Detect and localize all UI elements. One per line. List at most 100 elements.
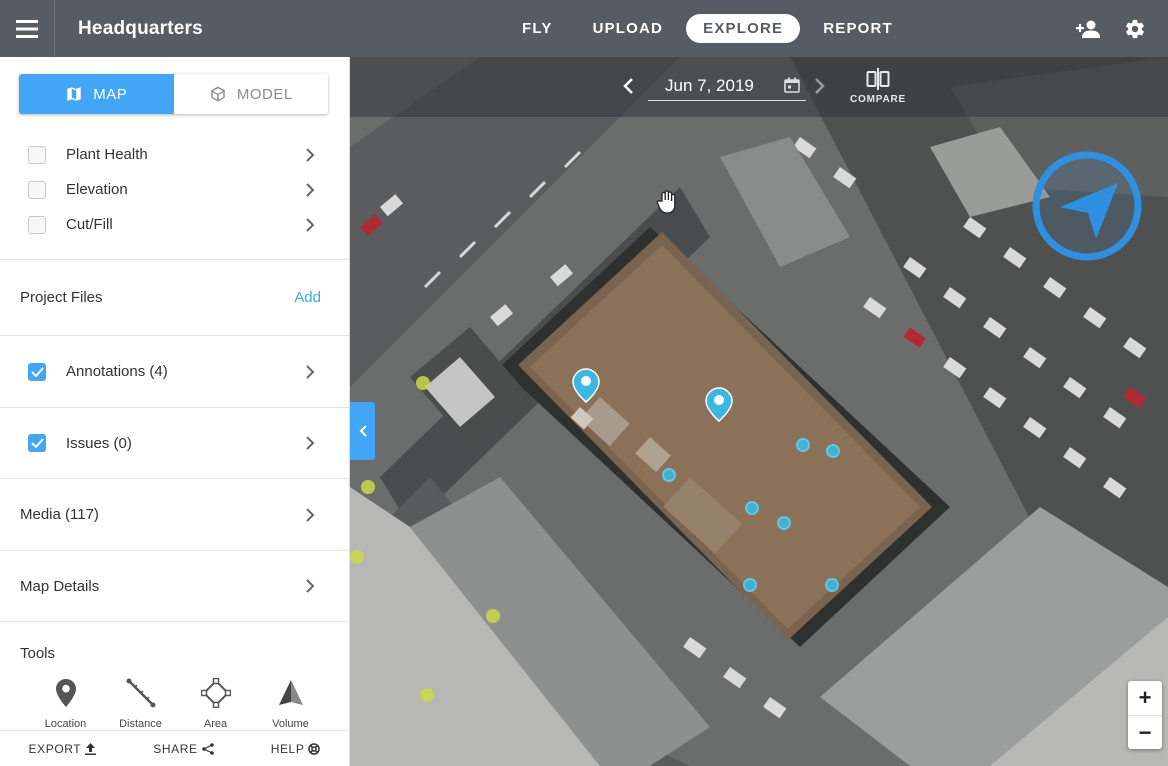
layer-label: Cut/Fill: [66, 216, 113, 233]
issues-checkbox[interactable]: [28, 434, 46, 452]
selected-date: Jun 7, 2019: [665, 75, 754, 95]
issues-row[interactable]: Issues (0): [0, 407, 349, 478]
date-bar: Jun 7, 2019 COMPARE: [350, 57, 1168, 117]
ruler-line-icon: [126, 678, 155, 708]
area-polygon-icon: [200, 678, 231, 708]
project-files-label: Project Files: [20, 289, 103, 306]
help-label: HELP: [270, 741, 305, 756]
zoom-out-button[interactable]: −: [1128, 715, 1162, 749]
share-label: SHARE: [153, 741, 198, 756]
nav-fly[interactable]: FLY: [505, 14, 570, 43]
media-row[interactable]: Media (117): [0, 478, 349, 550]
annotations-label: Annotations (4): [66, 363, 168, 380]
date-picker[interactable]: Jun 7, 2019: [648, 71, 806, 101]
tool-distance[interactable]: Distance: [103, 675, 178, 730]
help-button[interactable]: HELP: [271, 742, 321, 756]
map-view-label: MAP: [93, 85, 128, 103]
zoom-in-button[interactable]: +: [1128, 681, 1162, 715]
gear-icon: [1126, 19, 1144, 38]
map-view-button[interactable]: MAP: [19, 74, 174, 114]
chevron-right-icon: [306, 182, 315, 197]
chevron-left-icon: [359, 425, 367, 437]
tool-label: Distance: [119, 718, 162, 730]
add-user-button[interactable]: [1076, 19, 1102, 39]
collapse-sidebar-button[interactable]: [350, 402, 375, 460]
volume-pyramid-icon: [278, 680, 303, 705]
layer-label: Plant Health: [66, 146, 148, 163]
project-files-section: Project Files Add: [0, 259, 349, 335]
tools-divider: [0, 621, 349, 622]
tool-label: Location: [44, 718, 87, 730]
zoom-control: + −: [1128, 681, 1162, 749]
compare-button[interactable]: COMPARE: [850, 68, 906, 105]
tool-label: Area: [203, 718, 228, 730]
plant-health-checkbox[interactable]: [28, 145, 46, 164]
share-icon: [201, 742, 214, 755]
app-root: Headquarters FLY UPLOAD EXPLORE REPORT M…: [0, 0, 1168, 766]
cube-icon: [211, 86, 225, 102]
top-actions: [1076, 0, 1146, 57]
model-view-button[interactable]: MODEL: [173, 74, 328, 114]
project-title: Headquarters: [78, 17, 203, 39]
elevation-checkbox[interactable]: [28, 180, 46, 199]
export-label: EXPORT: [28, 741, 82, 756]
chevron-right-icon: [306, 217, 315, 232]
hamburger-icon: [16, 19, 38, 38]
tool-label: Volume: [272, 718, 309, 730]
tools-list: Location Distance Area Volume: [28, 675, 328, 730]
chevron-right-icon: [306, 147, 315, 162]
issues-label: Issues (0): [66, 434, 132, 452]
map-details-row[interactable]: Map Details: [0, 550, 349, 621]
sidebar: MAP MODEL Plant Health Elevation Cut/Fil…: [0, 57, 350, 766]
cut-fill-checkbox[interactable]: [28, 215, 46, 234]
previous-date-button[interactable]: [622, 77, 634, 95]
layer-label: Elevation: [66, 181, 128, 198]
export-button[interactable]: EXPORT: [29, 742, 97, 756]
calendar-icon: [784, 77, 800, 93]
location-pin-icon: [55, 679, 76, 707]
map-details-label: Map Details: [20, 577, 100, 595]
compass-arrow-icon: [1032, 151, 1142, 261]
check-icon: [30, 366, 44, 377]
view-toggle: MAP MODEL: [19, 74, 328, 114]
chevron-right-icon: [306, 507, 315, 522]
check-icon: [30, 438, 44, 448]
sidebar-footer: EXPORT SHARE HELP: [0, 730, 349, 766]
compare-label: COMPARE: [850, 94, 906, 105]
tool-area[interactable]: Area: [178, 675, 253, 730]
model-view-label: MODEL: [236, 85, 293, 103]
add-user-icon: [1076, 20, 1100, 38]
layer-list: Plant Health Elevation Cut/Fill: [0, 137, 349, 242]
chevron-left-icon: [623, 78, 633, 94]
tools-title: Tools: [20, 645, 56, 662]
layer-cut-fill[interactable]: Cut/Fill: [0, 207, 349, 242]
share-button[interactable]: SHARE: [153, 741, 214, 756]
next-date-button[interactable]: [814, 77, 826, 95]
tool-location[interactable]: Location: [28, 675, 103, 730]
menu-button[interactable]: [0, 0, 55, 57]
chevron-right-icon: [815, 78, 825, 94]
map-viewport[interactable]: Jun 7, 2019 COMPARE + −: [350, 57, 1168, 766]
lifebuoy-icon: [308, 742, 321, 755]
add-project-file-link[interactable]: Add: [294, 289, 321, 306]
nav-report[interactable]: REPORT: [806, 14, 910, 43]
annotations-row[interactable]: Annotations (4): [0, 335, 349, 407]
compare-icon: [866, 68, 890, 90]
main-nav: FLY UPLOAD EXPLORE REPORT: [505, 0, 910, 57]
tool-volume[interactable]: Volume: [253, 675, 328, 730]
nav-explore[interactable]: EXPLORE: [686, 14, 801, 43]
layer-plant-health[interactable]: Plant Health: [0, 137, 349, 172]
chevron-right-icon: [306, 579, 315, 593]
chevron-right-icon: [306, 364, 315, 379]
nav-upload[interactable]: UPLOAD: [576, 14, 681, 43]
settings-button[interactable]: [1124, 18, 1146, 40]
chevron-right-icon: [306, 436, 315, 450]
annotations-checkbox[interactable]: [28, 362, 46, 381]
map-icon: [67, 87, 81, 101]
media-label: Media (117): [20, 506, 99, 523]
hand-cursor-icon: [654, 189, 680, 220]
upload-icon: [85, 742, 97, 755]
compass-button[interactable]: [1030, 149, 1144, 268]
layer-elevation[interactable]: Elevation: [0, 172, 349, 207]
top-bar: Headquarters FLY UPLOAD EXPLORE REPORT: [0, 0, 1168, 57]
